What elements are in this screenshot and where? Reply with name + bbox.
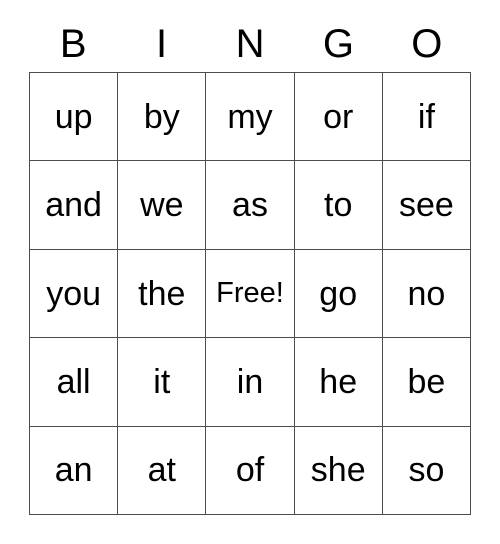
bingo-cell[interactable]: no — [382, 249, 472, 339]
bingo-header-letter-b: B — [59, 22, 87, 66]
bingo-cell-label: as — [232, 186, 268, 225]
bingo-cell-label: or — [323, 97, 354, 136]
bingo-cell[interactable]: as — [206, 161, 295, 250]
bingo-cell[interactable]: be — [382, 338, 472, 427]
bingo-cell-label: an — [54, 451, 93, 490]
bingo-cell-label: she — [310, 451, 366, 490]
bingo-cell-label: of — [235, 451, 265, 490]
bingo-cell-label: to — [324, 186, 353, 225]
bingo-header-letter-i: I — [156, 22, 168, 66]
bingo-cell[interactable]: all — [30, 338, 119, 427]
bingo-cell[interactable]: see — [382, 161, 472, 250]
bingo-cell-label: you — [46, 274, 102, 313]
bingo-cell-label: no — [407, 274, 446, 313]
bingo-row: you the Free! go no — [30, 249, 472, 339]
bingo-cell[interactable]: it — [118, 338, 207, 427]
bingo-cell-label: by — [143, 97, 180, 136]
bingo-cell[interactable]: or — [294, 73, 383, 162]
bingo-header-letter-g: G — [322, 22, 354, 66]
bingo-cell[interactable]: of — [206, 426, 295, 516]
bingo-cell-label: it — [153, 362, 171, 401]
bingo-cell-label: in — [236, 362, 264, 401]
bingo-cell-label: my — [227, 97, 273, 136]
bingo-card: B I N G O up by my or if and we as to se… — [0, 0, 500, 544]
bingo-cell[interactable]: and — [30, 161, 119, 250]
bingo-grid: up by my or if and we as to see you the … — [29, 72, 472, 516]
bingo-row: all it in he be — [30, 338, 472, 427]
bingo-cell-label: all — [56, 362, 91, 401]
bingo-cell[interactable]: at — [118, 426, 207, 516]
bingo-free-space-label: Free! — [216, 277, 284, 310]
bingo-cell[interactable]: she — [294, 426, 383, 516]
bingo-cell[interactable]: go — [294, 249, 383, 339]
bingo-row: up by my or if — [30, 73, 472, 162]
bingo-cell-label: he — [319, 362, 358, 401]
bingo-header-letter-o: O — [411, 22, 443, 66]
bingo-header-letter-n: N — [235, 22, 265, 66]
bingo-cell[interactable]: in — [206, 338, 295, 427]
bingo-row: an at of she so — [30, 426, 472, 516]
bingo-cell-label: so — [408, 451, 445, 490]
bingo-cell[interactable]: up — [30, 73, 119, 162]
bingo-cell[interactable]: so — [382, 426, 472, 516]
bingo-cell[interactable]: if — [382, 73, 472, 162]
bingo-cell[interactable]: my — [206, 73, 295, 162]
bingo-free-space-cell[interactable]: Free! — [206, 249, 295, 339]
bingo-cell[interactable]: to — [294, 161, 383, 250]
bingo-cell-label: and — [45, 186, 102, 225]
bingo-cell[interactable]: an — [30, 426, 119, 516]
bingo-cell[interactable]: he — [294, 338, 383, 427]
bingo-header-row: B I N G O — [29, 16, 471, 66]
bingo-cell-label: up — [54, 97, 93, 136]
bingo-cell-label: be — [407, 362, 446, 401]
bingo-cell[interactable]: by — [118, 73, 207, 162]
bingo-cell[interactable]: you — [30, 249, 119, 339]
bingo-cell-label: we — [140, 186, 184, 225]
bingo-cell-label: at — [147, 451, 176, 490]
bingo-cell-label: see — [399, 186, 454, 225]
bingo-row: and we as to see — [30, 161, 472, 250]
bingo-cell[interactable]: the — [118, 249, 207, 339]
bingo-cell[interactable]: we — [118, 161, 207, 250]
bingo-cell-label: the — [138, 274, 186, 313]
bingo-cell-label: if — [417, 97, 435, 136]
bingo-cell-label: go — [319, 274, 358, 313]
